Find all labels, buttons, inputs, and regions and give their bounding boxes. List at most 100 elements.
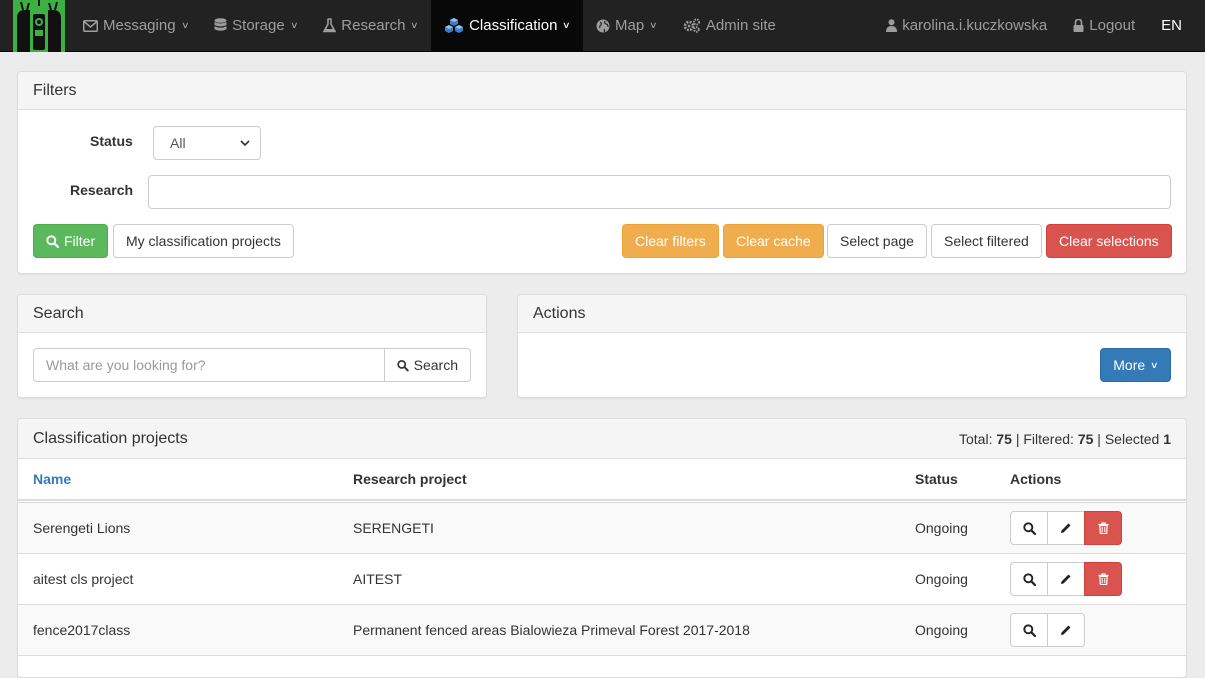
trash-icon bbox=[1098, 573, 1108, 585]
actions-panel-heading: Actions bbox=[518, 295, 1186, 333]
nav-research-label: Research bbox=[341, 17, 406, 34]
nav-user-label: karolina.i.kuczkowska bbox=[902, 17, 1048, 34]
clear-selections-button[interactable]: Clear selections bbox=[1046, 224, 1172, 258]
pencil-icon bbox=[1061, 574, 1071, 584]
clear-filters-label: Clear filters bbox=[635, 233, 706, 249]
search-button[interactable]: Search bbox=[384, 348, 471, 382]
chevron-down-icon: ∨ bbox=[562, 20, 572, 30]
row-status: Ongoing bbox=[915, 520, 968, 536]
logo[interactable] bbox=[0, 0, 70, 52]
clear-selections-label: Clear selections bbox=[1059, 233, 1159, 249]
more-button-label: More bbox=[1113, 357, 1146, 373]
my-classification-projects-button[interactable]: My classification projects bbox=[113, 224, 294, 258]
my-classification-projects-label: My classification projects bbox=[126, 233, 281, 249]
search-panel-heading: Search bbox=[18, 295, 486, 333]
select-page-label: Select page bbox=[840, 233, 914, 249]
edit-button[interactable] bbox=[1047, 511, 1085, 545]
total-label: Total: bbox=[959, 430, 993, 447]
status-label: Status bbox=[90, 133, 133, 149]
pencil-icon bbox=[1061, 523, 1071, 533]
edit-button[interactable] bbox=[1047, 613, 1085, 647]
nav-admin-site[interactable]: Admin site bbox=[670, 0, 789, 51]
selected-count: 1 bbox=[1163, 430, 1171, 447]
nav-storage[interactable]: Storage ∨ bbox=[201, 0, 310, 51]
delete-button[interactable] bbox=[1084, 562, 1122, 596]
trash-icon bbox=[1098, 522, 1108, 534]
classification-projects-panel: Classification projects Total: 75 | Filt… bbox=[17, 418, 1187, 678]
clear-cache-button[interactable]: Clear cache bbox=[723, 224, 824, 258]
nav-admin-site-label: Admin site bbox=[705, 17, 776, 34]
nav-user[interactable]: karolina.i.kuczkowska bbox=[873, 0, 1060, 51]
filter-button[interactable]: Filter bbox=[33, 224, 109, 258]
view-button[interactable] bbox=[1010, 511, 1048, 545]
more-button[interactable]: More ∨ bbox=[1100, 348, 1171, 382]
envelope-icon bbox=[83, 19, 98, 32]
search-button-label: Search bbox=[413, 357, 458, 373]
flask-icon bbox=[323, 18, 337, 33]
nav-classification[interactable]: Classification ∨ bbox=[431, 0, 584, 51]
database-icon bbox=[214, 18, 227, 31]
row-name: Serengeti Lions bbox=[33, 520, 131, 536]
user-icon bbox=[886, 19, 898, 32]
research-label: Research bbox=[70, 182, 134, 198]
filtered-count: 75 bbox=[1077, 430, 1094, 447]
filters-panel: Filters Status All Research Filter My cl… bbox=[17, 71, 1187, 274]
nav-research[interactable]: Research ∨ bbox=[310, 0, 431, 51]
search-icon bbox=[1022, 521, 1036, 535]
projects-counts: Total: 75 | Filtered: 75 | Selected 1 bbox=[959, 430, 1171, 447]
nav-classification-label: Classification bbox=[469, 17, 558, 34]
top-navbar: Messaging ∨ Storage ∨ Research ∨ Classif… bbox=[0, 0, 1205, 52]
projects-title: Classification projects bbox=[33, 429, 188, 447]
row-actions bbox=[1010, 562, 1122, 596]
nav-map[interactable]: Map ∨ bbox=[583, 0, 670, 51]
row-name: fence2017class bbox=[33, 622, 131, 638]
search-input[interactable] bbox=[33, 348, 385, 382]
row-name: aitest cls project bbox=[33, 571, 134, 587]
chevron-down-icon: ∨ bbox=[410, 20, 420, 30]
row-status: Ongoing bbox=[915, 622, 968, 638]
select-filtered-button[interactable]: Select filtered bbox=[931, 224, 1042, 258]
filter-button-label: Filter bbox=[64, 233, 96, 249]
nav-map-label: Map bbox=[615, 17, 645, 34]
actions-panel: Actions More ∨ bbox=[517, 294, 1187, 398]
search-icon bbox=[1022, 623, 1036, 637]
column-header-research: Research project bbox=[353, 471, 467, 487]
nav-storage-label: Storage bbox=[232, 17, 285, 34]
language-label: EN bbox=[1161, 17, 1182, 34]
globe-icon bbox=[596, 19, 610, 32]
nav-logout[interactable]: Logout bbox=[1060, 0, 1148, 51]
view-button[interactable] bbox=[1010, 613, 1048, 647]
chevron-down-icon: ∨ bbox=[289, 20, 299, 30]
table-row[interactable]: fence2017class Permanent fenced areas Bi… bbox=[18, 604, 1186, 655]
delete-button[interactable] bbox=[1084, 511, 1122, 545]
row-actions bbox=[1010, 511, 1122, 545]
chevron-down-icon: ∨ bbox=[180, 20, 190, 30]
table-row[interactable] bbox=[18, 655, 1186, 677]
select-page-button[interactable]: Select page bbox=[827, 224, 927, 258]
table-row[interactable]: Serengeti Lions SERENGETI Ongoing bbox=[18, 502, 1186, 553]
nav-language[interactable]: EN bbox=[1148, 0, 1195, 51]
total-count: 75 bbox=[996, 430, 1012, 447]
row-research: SERENGETI bbox=[353, 520, 434, 536]
lock-icon bbox=[1073, 19, 1084, 32]
table-row[interactable]: aitest cls project AITEST Ongoing bbox=[18, 553, 1186, 604]
chevron-down-icon: ∨ bbox=[649, 20, 658, 30]
research-input[interactable] bbox=[148, 175, 1171, 209]
status-select[interactable]: All bbox=[153, 126, 261, 160]
trap-camera-logo-icon bbox=[13, 0, 65, 52]
nav-messaging[interactable]: Messaging ∨ bbox=[70, 0, 201, 51]
row-actions bbox=[1010, 613, 1085, 647]
table-header: Name Research project Status Actions bbox=[18, 459, 1186, 501]
search-icon bbox=[397, 359, 409, 371]
view-button[interactable] bbox=[1010, 562, 1048, 596]
column-header-actions: Actions bbox=[1010, 471, 1062, 487]
row-status: Ongoing bbox=[915, 571, 968, 587]
clear-filters-button[interactable]: Clear filters bbox=[622, 224, 719, 258]
search-icon bbox=[1022, 572, 1036, 586]
selected-label: Selected bbox=[1104, 430, 1160, 447]
edit-button[interactable] bbox=[1047, 562, 1085, 596]
chevron-down-icon bbox=[240, 139, 250, 146]
filters-panel-heading: Filters bbox=[18, 72, 1186, 110]
projects-panel-heading: Classification projects Total: 75 | Filt… bbox=[18, 419, 1186, 459]
column-header-name[interactable]: Name bbox=[33, 471, 71, 487]
